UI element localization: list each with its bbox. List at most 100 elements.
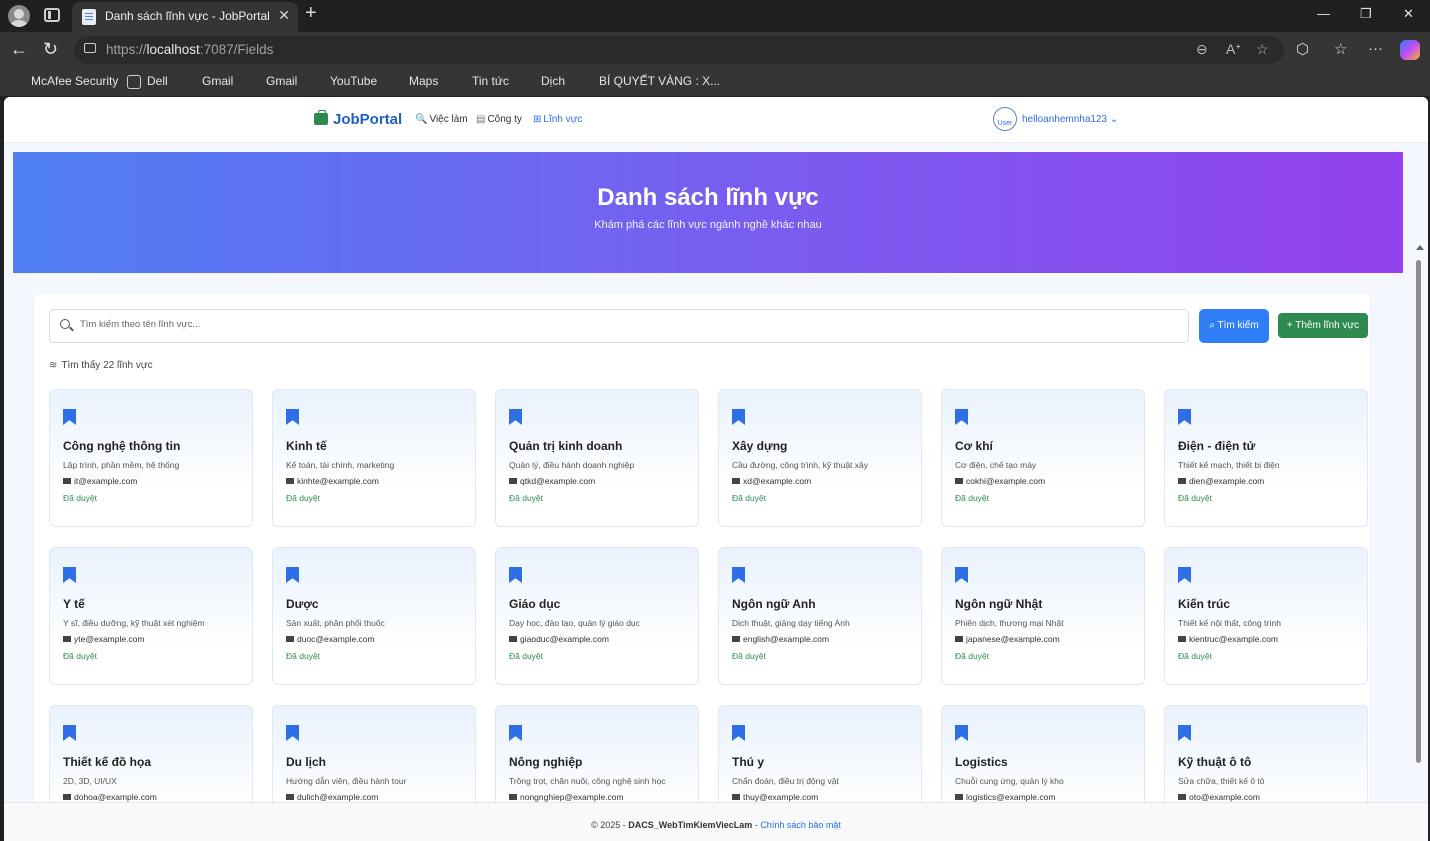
field-name: Công nghệ thông tin <box>63 439 181 453</box>
status-badge: Đã duyệt <box>286 493 321 503</box>
envelope-icon <box>1178 478 1186 484</box>
status-badge: Đã duyệt <box>955 493 990 503</box>
field-email: nongnghiep@example.com <box>509 792 624 802</box>
lock-icon <box>84 43 96 53</box>
privacy-link[interactable]: Chính sách bảo mật <box>760 820 841 830</box>
browser-tab[interactable]: Danh sách lĩnh vực - JobPortal ✕ <box>72 2 298 32</box>
mcafee-icon <box>12 75 26 89</box>
page-title: Danh sách lĩnh vực <box>597 184 819 211</box>
bookmark-page-icon <box>579 75 593 89</box>
bookmark-icon <box>1178 409 1191 425</box>
field-card[interactable]: Dược Sản xuất, phân phối thuốc duoc@exampl… <box>272 547 476 685</box>
bookmark-icon <box>1178 567 1191 583</box>
search-button[interactable]: ⌕ Tìm kiếm <box>1199 309 1269 343</box>
bookmark-icon <box>955 409 968 425</box>
field-card[interactable]: Ngôn ngữ Nhật Phiên dịch, thương mại Nhật… <box>941 547 1145 685</box>
field-description: Chẩn đoán, điều trị động vật <box>732 776 839 786</box>
scroll-up-icon[interactable] <box>1416 245 1424 250</box>
back-icon[interactable]: ← <box>10 39 28 60</box>
field-description: Chuỗi cung ứng, quản lý kho <box>955 776 1064 786</box>
bookmark-dell[interactable]: Dell <box>147 74 168 88</box>
layers-icon: ≋ <box>49 360 58 371</box>
zoom-icon[interactable]: ⊖ <box>1196 41 1208 58</box>
status-badge: Đã duyệt <box>1178 651 1213 661</box>
add-field-button[interactable]: + Thêm lĩnh vực <box>1278 313 1368 338</box>
field-card[interactable]: Kinh tế Kế toán, tài chính, marketing kinh… <box>272 389 476 527</box>
field-name: Xây dựng <box>732 439 788 453</box>
field-card[interactable]: Công nghệ thông tin Lập trình, phần mềm, … <box>49 389 253 527</box>
more-menu-icon[interactable]: ··· <box>1368 40 1383 57</box>
field-card[interactable]: Ngôn ngữ Anh Dịch thuật, giảng dạy tiếng … <box>718 547 922 685</box>
field-description: Y sĩ, điều dưỡng, kỹ thuật xét nghiệm <box>63 618 205 628</box>
field-name: Quản trị kinh doanh <box>509 439 623 453</box>
field-name: Ngôn ngữ Nhật <box>955 597 1043 611</box>
search-icon: ⌕ <box>1209 320 1215 331</box>
gmail-icon <box>247 75 261 89</box>
nav-fields[interactable]: ⊞ Lĩnh vực <box>533 114 582 125</box>
field-description: Sửa chữa, thiết kế ô tô <box>1178 776 1265 786</box>
field-card[interactable]: Y tế Y sĩ, điều dưỡng, kỹ thuật xét nghiệ… <box>49 547 253 685</box>
result-count: ≋ Tìm thấy 22 lĩnh vực <box>49 360 153 371</box>
new-tab-button[interactable]: + <box>305 2 317 25</box>
search-icon: 🔍 <box>415 114 428 125</box>
extensions-icon[interactable]: ⬡ <box>1296 40 1309 58</box>
search-input[interactable] <box>80 319 1170 330</box>
field-email: giaoduc@example.com <box>509 634 609 644</box>
copilot-icon[interactable] <box>1400 40 1420 60</box>
field-card[interactable]: Quản trị kinh doanh Quản lý, điều hành do… <box>495 389 699 527</box>
tab-title: Danh sách lĩnh vực - JobPortal <box>105 9 270 23</box>
building-icon: ▤ <box>476 114 486 125</box>
bookmark-gmail-1[interactable]: Gmail <box>202 74 233 88</box>
bookmark-icon <box>732 725 745 741</box>
bookmark-icon <box>1178 725 1191 741</box>
status-badge: Đã duyệt <box>509 651 544 661</box>
maximize-icon[interactable]: ❐ <box>1360 6 1372 22</box>
bookmark-icon <box>509 567 522 583</box>
bookmark-mcafee[interactable]: McAfee Security <box>31 74 118 88</box>
bookmark-youtube[interactable]: YouTube <box>330 74 377 88</box>
field-card[interactable]: Điện - điện tử Thiết kế mạch, thiết bị đi… <box>1164 389 1368 527</box>
news-icon <box>452 75 466 89</box>
field-name: Du lịch <box>286 755 327 769</box>
tab-close-icon[interactable]: ✕ <box>278 7 290 24</box>
field-card[interactable]: Cơ khí Cơ điện, chế tạo máy cokhi@example.… <box>941 389 1145 527</box>
briefcase-icon <box>314 110 328 125</box>
read-aloud-icon[interactable]: Aᐩ <box>1226 41 1241 58</box>
field-card[interactable]: Kiến trúc Thiết kế nội thất, công trình ki… <box>1164 547 1368 685</box>
bookmark-icon <box>955 567 968 583</box>
avatar[interactable]: User <box>993 107 1017 131</box>
url-field[interactable]: https://localhost:7087/Fields ⊖ Aᐩ ☆ <box>74 36 1284 64</box>
close-window-icon[interactable]: ✕ <box>1403 6 1414 22</box>
chevron-down-icon: ⌄ <box>1109 114 1119 125</box>
address-bar-row: ← ↻ https://localhost:7087/Fields ⊖ Aᐩ ☆… <box>0 32 1430 68</box>
envelope-icon <box>286 478 294 484</box>
envelope-icon <box>732 478 740 484</box>
profile-avatar-icon[interactable] <box>8 5 30 27</box>
bookmark-icon <box>286 725 299 741</box>
field-description: Thiết kế mạch, thiết bị điện <box>1178 460 1280 470</box>
nav-jobs[interactable]: 🔍 Việc làm <box>415 114 468 125</box>
url-text: https://localhost:7087/Fields <box>106 42 274 57</box>
favorite-star-icon[interactable]: ☆ <box>1256 41 1269 58</box>
user-menu[interactable]: helloanhemnha123 ⌄ <box>1022 114 1118 125</box>
brand-logo[interactable]: JobPortal <box>333 111 402 128</box>
field-card[interactable]: Xây dựng Cầu đường, công trình, kỹ thuật … <box>718 389 922 527</box>
bookmark-bi-quyet[interactable]: BÍ QUYẾT VÀNG : X... <box>599 74 720 88</box>
envelope-icon <box>286 794 294 800</box>
field-name: Nông nghiệp <box>509 755 583 769</box>
gmail-icon <box>182 75 196 89</box>
bookmark-news[interactable]: Tin tức <box>472 74 509 88</box>
browser-titlebar: Danh sách lĩnh vực - JobPortal ✕ + — ❐ ✕ <box>0 0 1430 32</box>
nav-companies[interactable]: ▤ Công ty <box>476 114 522 125</box>
scrollbar-thumb[interactable] <box>1416 260 1421 763</box>
tab-actions-icon[interactable] <box>44 8 60 22</box>
field-email: duoc@example.com <box>286 634 375 644</box>
field-card[interactable]: Giáo dục Dạy học, đào tạo, quản lý giáo d… <box>495 547 699 685</box>
favorites-icon[interactable]: ☆ <box>1334 40 1347 58</box>
field-name: Kỹ thuật ô tô <box>1178 755 1252 769</box>
bookmark-gmail-2[interactable]: Gmail <box>266 74 297 88</box>
bookmark-maps[interactable]: Maps <box>409 74 438 88</box>
bookmark-translate[interactable]: Dịch <box>541 74 565 88</box>
minimize-icon[interactable]: — <box>1317 6 1330 21</box>
refresh-icon[interactable]: ↻ <box>43 39 58 60</box>
